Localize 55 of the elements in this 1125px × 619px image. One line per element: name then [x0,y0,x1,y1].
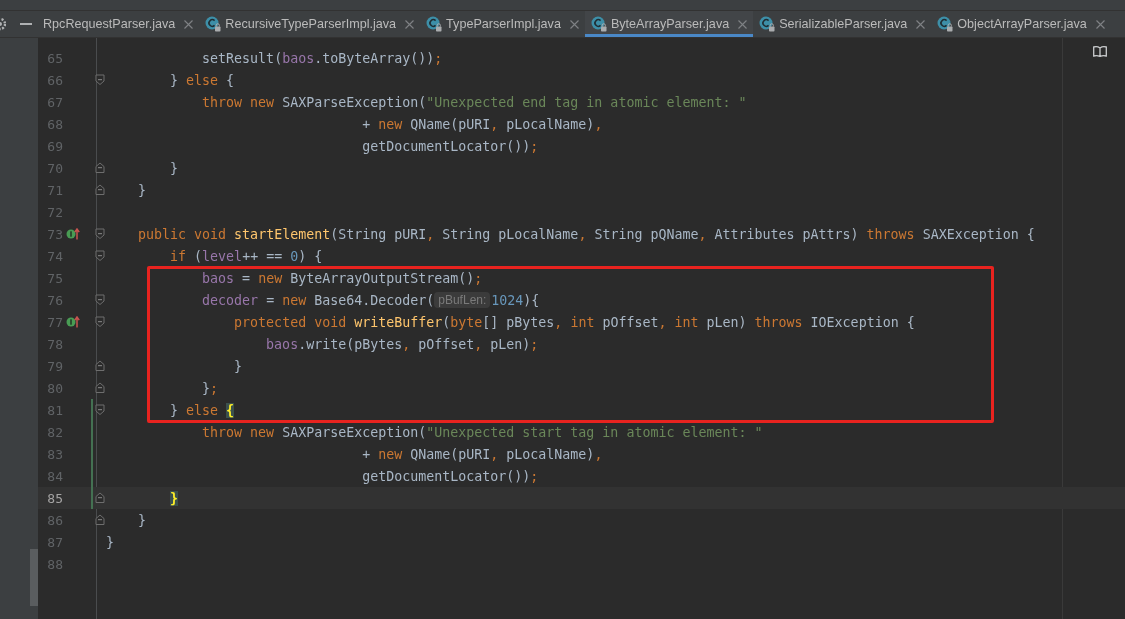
line-number: 83 [46,446,63,462]
matched-brace: { [226,402,235,418]
code-line: } else { [170,72,235,88]
line-number: 78 [46,336,63,352]
code-line: baos.write(pBytes, pOffset, pLen); [266,336,539,352]
line-number: 65 [46,50,63,66]
code-line: } else [170,402,220,418]
line-number: 81 [46,402,63,418]
editor-tab[interactable]: TypeParserImpl.java [420,11,585,37]
code-line: }; [202,380,219,396]
line-number: 77 [46,314,63,330]
line-number: 69 [46,138,63,154]
code-line: } [138,512,147,528]
editor-tab[interactable]: RecursiveTypeParserImpl.java [199,11,421,37]
line-number: 79 [46,358,63,374]
line-number: 76 [46,292,63,308]
line-number: 88 [46,556,63,572]
line-number: 74 [46,248,63,264]
code-line: + new QName(pURI, pLocalName), [362,116,603,132]
line-number: 73 [46,226,63,242]
line-number: 67 [46,94,63,110]
code-line: } [138,182,147,198]
code-line: if (level++ == 0) { [170,248,323,264]
line-number: 86 [46,512,63,528]
matched-brace: } [170,490,179,506]
code-line: 1024){ [491,292,540,308]
line-number: 71 [46,182,63,198]
code-line: throw new SAXParseException("Unexpected start tag in atomic element: " [202,424,763,440]
code-line: public void startElement(String pURI, String pLocalName, String pQName, Attributes pAttrs) throws SAXException { [138,226,1035,242]
code-line: } [170,160,179,176]
editor-tab[interactable]: SerializableParser.java [753,11,932,37]
code-line: baos = new ByteArrayOutputStream(); [202,270,483,286]
code-line: + new QName(pURI, pLocalName), [362,446,603,462]
line-number: 82 [46,424,63,440]
code-line: getDocumentLocator()); [362,138,539,154]
line-number: 85 [46,490,63,506]
parameter-hint: pBufLen: [434,292,491,308]
line-number: 66 [46,72,63,88]
code-line: throw new SAXParseException("Unexpected end tag in atomic element: " [202,94,747,110]
editor-tab[interactable]: RpcRequestParser.java [40,11,200,37]
code-line: protected void writeBuffer(byte[] pBytes, int pOffset, int pLen) throws IOException { [234,314,915,330]
code-line: decoder = new Base64.Decoder( [202,292,435,308]
code-line: } [234,358,243,374]
line-number: 72 [46,204,63,220]
code-line: } [106,534,114,550]
line-number: 84 [46,468,63,484]
editor-tab[interactable]: ObjectArrayParser.java [931,11,1111,37]
line-number: 80 [46,380,63,396]
editor-tab[interactable]: ByteArrayParser.java [584,11,754,37]
line-number: 75 [46,270,63,286]
line-number: 70 [46,160,63,176]
code-line: setResult(baos.toByteArray()); [202,50,443,66]
code-line: getDocumentLocator()); [362,468,539,484]
line-number: 68 [46,116,63,132]
line-number: 87 [46,534,63,550]
